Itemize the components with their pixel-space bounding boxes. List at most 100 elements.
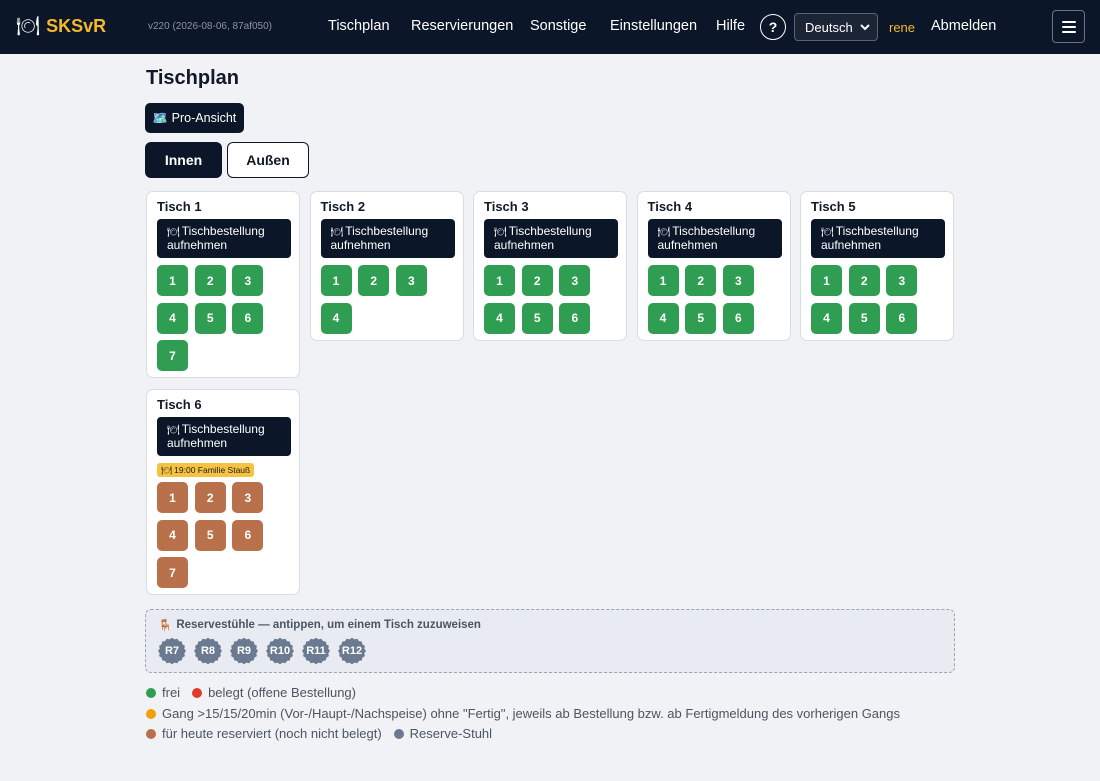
take-order-label-line2: aufnehmen [330,238,391,252]
reserve-chairs-panel: 🪑 Reservestühle — antippen, um einem Tis… [145,609,955,673]
seat-button[interactable]: 1 [811,265,842,296]
reserve-chair-label: R7 [164,645,180,657]
seat-button[interactable]: 3 [886,265,918,296]
seat-button[interactable]: 5 [848,302,880,334]
legend-reserve-chair-dot [393,728,404,739]
brand[interactable]: 🍽 SKSvR [16,16,106,37]
reserve-chair-chip[interactable]: R12 [337,637,367,665]
seat-button[interactable]: 4 [157,519,188,551]
seat-button[interactable]: 4 [811,302,842,334]
reserve-chairs-text: Reservestühle — antippen, um einem Tisch… [176,619,481,631]
seat-button[interactable]: 1 [647,265,679,296]
seat-button[interactable]: 5 [685,302,717,334]
seat-button[interactable]: 3 [232,482,264,513]
seat-button[interactable]: 5 [194,519,226,551]
table-card: Tisch 5 🍽 Tischbestellung aufnehmen 1 2 3 4 5 6 [800,191,954,341]
nav-sonstige[interactable]: Sonstige [530,18,586,34]
seat-button[interactable]: 4 [647,302,679,334]
top-navbar: 🍽 SKSvR v220 (2026-08-06, 87af050) Tisch… [0,0,1100,54]
seat-button[interactable]: 4 [157,302,188,334]
take-order-button[interactable]: 🍽 Tischbestellung aufnehmen [157,219,291,258]
nav-hilfe[interactable]: Hilfe [716,18,745,34]
seat-button[interactable]: 6 [559,302,591,334]
seat-button[interactable]: 4 [484,302,515,334]
reserve-chair-chip[interactable]: R11 [301,637,331,665]
table-name: Tisch 4 [647,199,693,214]
tab-aussen[interactable]: Außen [227,142,309,178]
seat-button[interactable]: 6 [232,519,264,551]
reserve-chair-chip[interactable]: R8 [193,637,223,665]
legend-free-dot [146,687,156,698]
seat-button[interactable]: 2 [194,265,226,296]
dining-icon: 🍽 [167,425,180,436]
map-icon: 🗺️ [152,111,168,125]
seat-button[interactable]: 6 [232,302,264,334]
take-order-button[interactable]: 🍽 Tischbestellung aufnehmen [320,219,455,258]
seat-button[interactable]: 3 [232,265,264,296]
take-order-label-line1: Tischbestellung [672,224,756,238]
current-user: rene [889,20,916,35]
table-card: Tisch 6 🍽 Tischbestellung aufnehmen 🍽 19:00 … [146,389,300,596]
legend-reserved-label: für heute reserviert (noch nicht belegt) [162,726,382,741]
seat-button[interactable]: 5 [194,302,226,334]
pro-view-button[interactable]: 🗺️ Pro-Ansicht [145,103,244,133]
nav-tischplan[interactable]: Tischplan [328,18,390,34]
table-name: Tisch 5 [811,199,856,214]
hamburger-menu-button[interactable] [1052,10,1085,43]
reserve-chair-chip[interactable]: R10 [265,637,295,665]
seat-button[interactable]: 2 [848,265,880,296]
language-value: Deutsch [805,19,853,35]
seat-button[interactable]: 5 [521,302,553,334]
table-card: Tisch 2 🍽 Tischbestellung aufnehmen 1 2 3 4 [309,191,464,341]
reserve-chair-label: R11 [306,645,326,657]
table-card: Tisch 4 🍽 Tischbestellung aufnehmen 1 2 3 4 5 6 [636,191,791,341]
seat-button[interactable]: 3 [559,265,591,296]
seat-button[interactable]: 7 [157,557,188,589]
seat-button[interactable]: 2 [685,265,717,296]
reserve-chair-chip[interactable]: R9 [229,637,259,665]
take-order-button[interactable]: 🍽 Tischbestellung aufnehmen [647,219,782,258]
reserve-chair-label: R8 [200,645,216,657]
legend-free: frei [146,685,180,700]
nav-einstellungen[interactable]: Einstellungen [610,18,697,34]
logout-link[interactable]: Abmelden [931,18,996,34]
seat-button[interactable]: 1 [157,265,188,296]
take-order-button[interactable]: 🍽 Tischbestellung aufnehmen [811,219,945,258]
take-order-button[interactable]: 🍽 Tischbestellung aufnehmen [157,417,291,456]
take-order-label-line2: aufnehmen [657,238,718,252]
legend-occupied-dot [192,687,203,698]
reserve-chair-label: R12 [341,645,363,657]
take-order-label-line1: Tischbestellung [181,422,265,436]
seat-button[interactable]: 4 [320,302,352,334]
seat-button[interactable]: 7 [157,340,188,372]
legend-row-1: frei belegt (offene Bestellung) [146,685,368,700]
table-name: Tisch 6 [157,397,202,412]
take-order-button[interactable]: 🍽 Tischbestellung aufnehmen [484,219,618,258]
hamburger-icon [1061,20,1076,33]
table-card: Tisch 3 🍽 Tischbestellung aufnehmen 1 2 3 4 5 6 [473,191,627,341]
seat-button[interactable]: 3 [722,265,754,296]
reserve-chair-label: R9 [236,645,252,657]
tab-innen[interactable]: Innen [145,142,222,178]
seat-button[interactable]: 6 [886,302,918,334]
help-icon: ? [768,19,778,35]
reservation-badge[interactable]: 🍽 19:00 Familie Stauß [157,463,255,477]
seat-button[interactable]: 2 [521,265,553,296]
dining-icon: 🍽 [330,227,344,238]
help-button[interactable]: ? [760,14,786,40]
nav-reservierungen[interactable]: Reservierungen [411,18,513,34]
dining-icon: 🍽 [821,227,834,238]
seat-button[interactable]: 1 [320,265,352,296]
seat-button[interactable]: 2 [194,482,226,513]
seat-button[interactable]: 1 [484,265,515,296]
seat-button[interactable]: 3 [395,265,427,296]
table-name: Tisch 1 [157,199,202,214]
reserve-chair-chip[interactable]: R7 [157,637,187,665]
legend-reserve-chair-label: Reserve-Stuhl [409,726,493,741]
seat-button[interactable]: 2 [358,265,390,296]
seat-button[interactable]: 1 [157,482,188,513]
language-select[interactable]: Deutsch [794,13,878,41]
legend-course-label: Gang >15/15/20min (Vor-/Haupt-/Nachspeis… [162,706,900,721]
seat-button[interactable]: 6 [722,302,754,334]
legend-row-3: für heute reserviert (noch nicht belegt)… [146,726,504,741]
